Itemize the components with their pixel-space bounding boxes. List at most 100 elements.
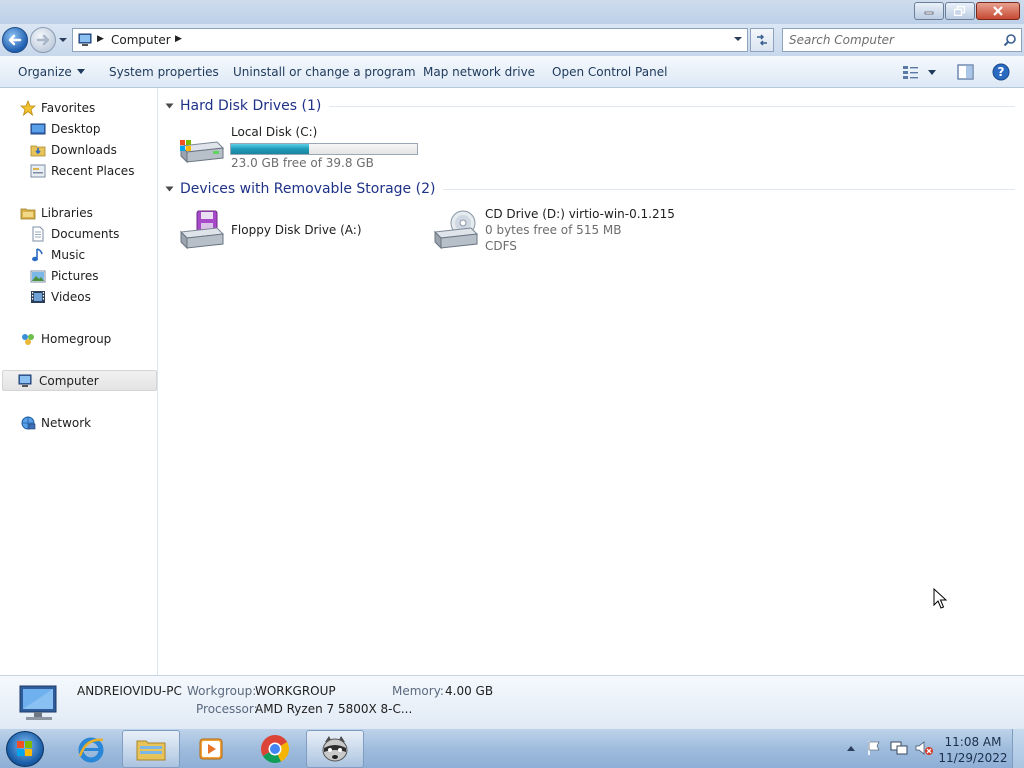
group-header-removable-storage[interactable]: Devices with Removable Storage (2) [165, 178, 1015, 200]
nav-network[interactable]: Network [20, 412, 91, 433]
nav-pictures[interactable]: Pictures [30, 265, 99, 286]
group-header-hard-disk-drives[interactable]: Hard Disk Drives (1) [165, 95, 1015, 117]
caption-buttons [913, 2, 1020, 20]
downloads-folder-icon [30, 142, 46, 158]
nav-pictures-label: Pictures [51, 268, 99, 283]
file-explorer-icon [136, 740, 166, 761]
nav-homegroup-label: Homegroup [41, 331, 112, 346]
nav-videos[interactable]: Videos [30, 286, 91, 307]
group-title: Devices with Removable Storage (2) [180, 181, 436, 197]
windows-logo-icon [17, 741, 32, 756]
back-button[interactable] [2, 27, 28, 53]
nav-music-label: Music [51, 247, 86, 262]
nav-downloads-label: Downloads [51, 142, 117, 157]
address-row: ▶ Computer ▶ [0, 24, 1024, 56]
volume-muted-icon[interactable] [914, 740, 934, 756]
breadcrumb-separator[interactable]: ▶ [97, 34, 104, 44]
nav-homegroup[interactable]: Homegroup [20, 328, 111, 349]
desktop-icon [30, 121, 46, 137]
minimize-button[interactable] [914, 2, 944, 20]
system-clock[interactable]: 11:08 AM 11/29/2022 [935, 734, 1011, 766]
collapse-arrow-icon[interactable] [165, 103, 174, 109]
breadcrumb-computer[interactable]: Computer [111, 33, 171, 47]
nav-documents-label: Documents [51, 226, 120, 241]
refresh-icon [757, 34, 767, 46]
taskbar-file-explorer[interactable] [122, 730, 180, 768]
taskbar-internet-explorer[interactable] [62, 730, 120, 768]
search-icon[interactable] [1003, 33, 1017, 47]
processor-value: AMD Ryzen 7 5800X 8-C... [255, 702, 413, 716]
collapse-arrow-icon[interactable] [165, 186, 174, 192]
title-bar [0, 0, 1024, 24]
restore-icon [954, 6, 966, 16]
processor-label: Processor: [196, 702, 258, 716]
organize-button[interactable]: Organize [18, 65, 85, 79]
drive-name: Local Disk (C:) [231, 125, 318, 139]
recent-pages-dropdown-icon[interactable] [58, 37, 68, 43]
raccoon-app-icon [322, 736, 348, 762]
system-properties-button[interactable]: System properties [109, 65, 219, 79]
close-button[interactable] [976, 2, 1020, 20]
start-button[interactable] [6, 731, 44, 767]
view-options-dropdown-icon[interactable] [928, 70, 936, 75]
capacity-bar [230, 143, 418, 155]
address-bar[interactable]: ▶ Computer ▶ [72, 28, 748, 52]
nav-favorites[interactable]: Favorites [20, 97, 95, 118]
nav-recent-places-label: Recent Places [51, 163, 135, 178]
mouse-cursor-icon [933, 588, 947, 609]
clock-time: 11:08 AM [944, 735, 1002, 749]
content-area: Hard Disk Drives (1) Local Disk (C:) 23.… [159, 88, 1024, 675]
breadcrumb-separator[interactable]: ▶ [175, 34, 182, 44]
svg-text:?: ? [998, 65, 1005, 79]
nav-libraries[interactable]: Libraries [20, 202, 93, 223]
command-bar: Organize System properties Uninstall or … [0, 56, 1024, 88]
drive-free-space: 23.0 GB free of 39.8 GB [231, 156, 374, 170]
drive-free-space: 0 bytes free of 515 MB [485, 223, 622, 237]
network-status-icon[interactable] [890, 740, 908, 756]
nav-recent-places[interactable]: Recent Places [30, 160, 134, 181]
nav-downloads[interactable]: Downloads [30, 139, 117, 160]
nav-libraries-label: Libraries [41, 205, 93, 220]
show-hidden-icons-icon[interactable] [846, 741, 856, 755]
taskbar-chrome[interactable] [246, 730, 304, 768]
details-pane: ANDREIOVIDU-PC Workgroup: WORKGROUP Memo… [0, 675, 1024, 728]
computer-icon [19, 685, 57, 720]
navigation-pane: Favorites Desktop Downloads Recent Place… [0, 88, 158, 675]
nav-favorites-label: Favorites [41, 100, 96, 115]
close-icon [993, 6, 1003, 16]
drive-cd-d[interactable]: CD Drive (D:) virtio-win-0.1.215 0 bytes… [431, 205, 731, 255]
change-view-icon[interactable] [902, 64, 920, 80]
nav-computer[interactable]: Computer [2, 370, 157, 391]
action-center-flag-icon[interactable] [866, 740, 882, 756]
nav-computer-label: Computer [39, 373, 99, 388]
taskbar-media-player[interactable] [182, 730, 240, 768]
nav-network-label: Network [41, 415, 92, 430]
address-dropdown-icon[interactable] [733, 36, 743, 42]
chrome-icon [261, 735, 289, 763]
drive-local-disk-c[interactable]: Local Disk (C:) 23.0 GB free of 39.8 GB [177, 122, 427, 170]
taskbar-raccoon-app[interactable] [306, 730, 364, 768]
nav-music[interactable]: Music [30, 244, 85, 265]
forward-button[interactable] [30, 27, 56, 53]
help-icon[interactable]: ? [992, 63, 1010, 81]
search-input[interactable] [789, 32, 994, 48]
computer-icon [78, 33, 92, 46]
floppy-drive-icon [179, 210, 225, 250]
show-desktop-button[interactable] [1012, 729, 1024, 768]
uninstall-program-button[interactable]: Uninstall or change a program [233, 65, 416, 79]
star-icon [20, 99, 36, 116]
computer-name: ANDREIOVIDU-PC [77, 684, 182, 698]
restore-button[interactable] [945, 2, 975, 20]
nav-desktop[interactable]: Desktop [30, 118, 101, 139]
recent-places-icon [30, 163, 46, 179]
drive-name: Floppy Disk Drive (A:) [231, 223, 362, 237]
map-network-drive-button[interactable]: Map network drive [423, 65, 535, 79]
memory-label: Memory: [392, 684, 444, 698]
preview-pane-icon[interactable] [957, 64, 974, 80]
refresh-button[interactable] [750, 28, 774, 52]
open-control-panel-button[interactable]: Open Control Panel [552, 65, 667, 79]
group-divider [329, 105, 1015, 107]
nav-documents[interactable]: Documents [30, 223, 119, 244]
group-divider [443, 188, 1015, 190]
drive-floppy-a[interactable]: Floppy Disk Drive (A:) [177, 205, 417, 255]
